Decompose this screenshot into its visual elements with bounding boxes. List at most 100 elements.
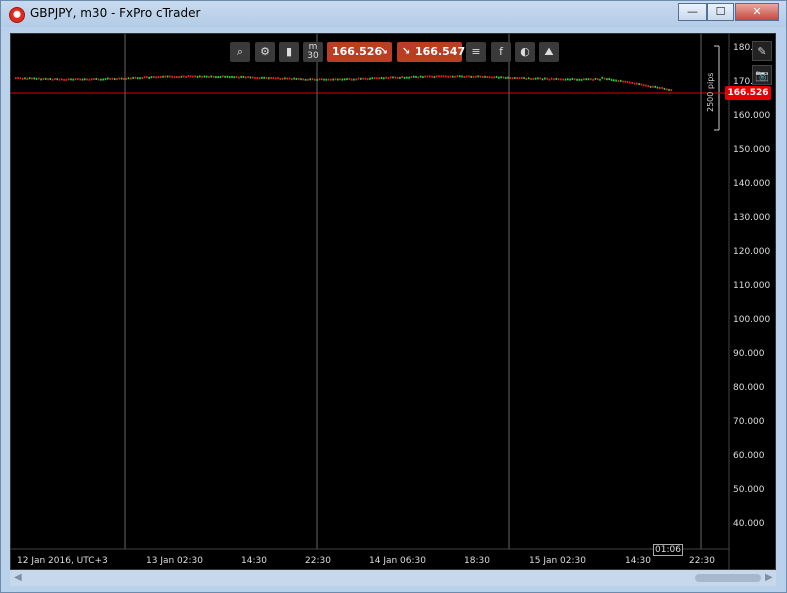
candlestick-icon[interactable]: ▮: [279, 42, 299, 62]
candle-up: [224, 75, 226, 78]
candle-down: [171, 75, 173, 78]
candle-down: [247, 75, 249, 78]
candle-down: [631, 81, 633, 84]
candle-down: [182, 75, 185, 78]
chart-area[interactable]: ⌕ ⚙ ▮ m 30 166.526 ↘ ↘ 166.547 ≡ f ◐ ⛰ ✎…: [10, 33, 776, 571]
candle-down: [357, 77, 360, 80]
candle-up: [580, 78, 583, 81]
candle-up: [534, 77, 537, 80]
candle-up: [233, 76, 236, 79]
candle-up: [576, 78, 578, 81]
candle-up: [564, 78, 567, 81]
candle-up: [323, 78, 325, 81]
candle-down: [187, 75, 190, 78]
ctrader-logo-icon: [9, 7, 25, 23]
candle-down: [652, 85, 654, 88]
candle-down: [583, 78, 585, 81]
candle-down: [396, 76, 399, 79]
facebook-icon[interactable]: f: [491, 42, 511, 62]
candle-down: [153, 75, 155, 78]
candle-up: [228, 76, 231, 79]
candle-down: [17, 76, 19, 79]
title-bar[interactable]: GBPJPY, m30 - FxPro cTrader — ☐ ✕: [1, 1, 786, 27]
candle-up: [217, 76, 219, 79]
candle-up: [433, 76, 436, 79]
candle-down: [277, 77, 279, 80]
candle-up: [300, 78, 302, 81]
scroll-thumb[interactable]: [695, 574, 761, 582]
y-tick-label: 140.000: [733, 179, 771, 189]
candle-down: [318, 78, 321, 81]
candle-down: [633, 82, 636, 85]
candle-up: [606, 78, 608, 81]
indicators-icon[interactable]: ⛰: [539, 42, 559, 62]
candle-up: [162, 75, 164, 78]
candle-up: [343, 78, 346, 81]
maximize-button[interactable]: ☐: [707, 3, 734, 21]
candle-up: [49, 78, 52, 81]
candle-up: [412, 75, 415, 78]
candle-up: [608, 78, 610, 81]
candle-up: [56, 78, 58, 81]
y-tick-label: 160.000: [733, 111, 771, 121]
candle-down: [624, 80, 627, 83]
candle-up: [219, 76, 222, 79]
candle-down: [254, 76, 256, 79]
minimize-button[interactable]: —: [678, 3, 707, 21]
candle-down: [274, 77, 277, 80]
candle-up: [196, 75, 199, 78]
candle-up: [215, 76, 217, 79]
y-tick-label: 50.000: [733, 485, 765, 495]
candle-up: [619, 79, 622, 82]
candle-up: [613, 79, 615, 82]
candle-up: [571, 78, 574, 81]
candle-down: [550, 77, 553, 80]
zoom-icon[interactable]: ⌕: [230, 42, 250, 62]
candle-down: [58, 78, 61, 81]
list-icon[interactable]: ≡: [466, 42, 486, 62]
objects-icon[interactable]: ◐: [515, 42, 535, 62]
candle-down: [350, 78, 353, 81]
candle-up: [341, 78, 344, 81]
sell-button[interactable]: 166.526 ↘: [327, 42, 392, 62]
horizontal-scrollbar[interactable]: ◀ ▶: [10, 570, 776, 586]
close-button[interactable]: ✕: [735, 3, 779, 21]
candle-up: [180, 75, 183, 78]
scroll-left-icon[interactable]: ◀: [14, 572, 22, 583]
candle-down: [626, 81, 629, 84]
buy-price: 166.547: [415, 45, 466, 58]
candle-up: [507, 76, 509, 79]
candle-up: [139, 77, 141, 80]
candle-up: [113, 78, 116, 81]
candle-down: [525, 77, 528, 80]
candle-down: [647, 85, 650, 88]
scroll-right-icon[interactable]: ▶: [765, 572, 773, 583]
candle-down: [493, 76, 495, 79]
candle-up: [544, 77, 546, 80]
candle-down: [185, 75, 187, 78]
candle-down: [456, 75, 459, 78]
candle-down: [424, 75, 426, 78]
candle-up: [663, 87, 666, 90]
sell-arrow-icon: ↘: [379, 46, 388, 57]
sell-price: 166.526: [332, 45, 383, 58]
y-tick-label: 120.000: [733, 247, 771, 257]
candle-down: [491, 76, 493, 79]
y-tick-label: 170.: [733, 77, 754, 87]
candle-up: [500, 76, 502, 79]
timeframe-button[interactable]: m 30: [303, 42, 323, 62]
candle-up: [403, 76, 406, 79]
buy-button[interactable]: ↘ 166.547: [397, 42, 466, 62]
chart-settings-icon[interactable]: ⚙: [255, 42, 275, 62]
x-tick-label: 22:30: [305, 556, 331, 566]
candle-up: [477, 75, 479, 78]
candle-down: [15, 77, 17, 80]
candle-down: [661, 86, 663, 89]
candle-down: [670, 89, 673, 92]
candle-down: [307, 78, 309, 81]
candle-down: [109, 77, 111, 80]
candle-down: [617, 80, 620, 83]
y-tick-label: 90.000: [733, 349, 765, 359]
candle-down: [553, 78, 555, 81]
candle-down: [401, 76, 403, 79]
